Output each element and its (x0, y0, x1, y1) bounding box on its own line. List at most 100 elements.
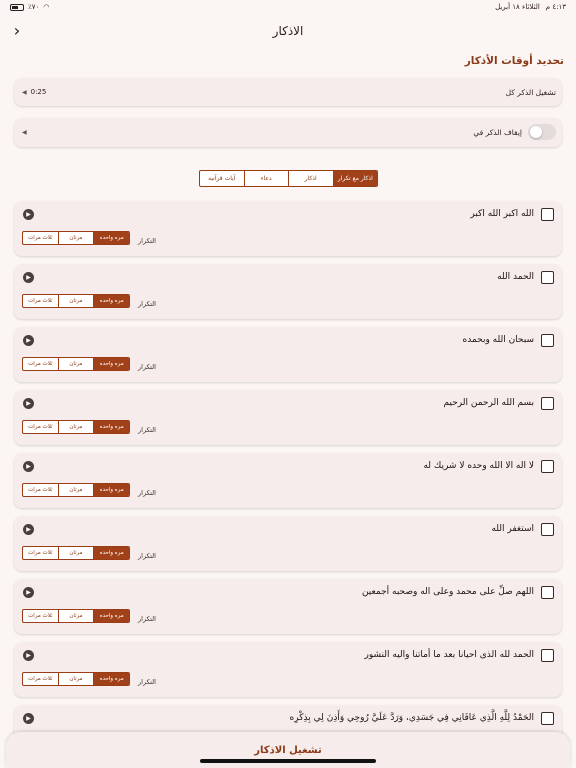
repeat-option-0[interactable]: مره واحده (93, 673, 129, 685)
repeat-options: مره واحده مرتان ثلاث مرات (22, 357, 130, 371)
play-icon[interactable]: ▶ (23, 209, 34, 220)
play-every-row[interactable]: تشغيل الذكر كل ◀ 0:25 (14, 78, 562, 106)
repeat-options: مره واحده مرتان ثلاث مرات (22, 420, 130, 434)
repeat-option-0[interactable]: مره واحده (93, 358, 129, 370)
zikr-card: بسم الله الرحمن الرحيم ▶ التكرار مره واحده م… (14, 390, 562, 445)
status-icons: ٪٧٠ ◠ (10, 3, 49, 11)
status-time: ٤:١٣ م (545, 3, 566, 11)
repeat-option-1[interactable]: مرتان (57, 610, 94, 622)
repeat-label: التكرار (138, 426, 156, 434)
repeat-label: التكرار (138, 300, 156, 308)
repeat-option-1[interactable]: مرتان (57, 547, 94, 559)
repeat-label: التكرار (138, 678, 156, 686)
tab-0[interactable]: اذكار مع تكرار (332, 171, 377, 186)
battery-percent: ٪٧٠ (28, 3, 40, 11)
repeat-label: التكرار (138, 237, 156, 245)
repeat-options: مره واحده مرتان ثلاث مرات (22, 546, 130, 560)
stop-value-group[interactable]: ◀ (22, 118, 27, 147)
wifi-icon: ◠ (43, 3, 50, 11)
play-every-value-group[interactable]: ◀ 0:25 (22, 78, 46, 106)
zikr-text: الله اكبر الله اكبر (470, 209, 534, 219)
zikr-checkbox[interactable] (541, 649, 554, 662)
repeat-option-2[interactable]: ثلاث مرات (23, 484, 58, 496)
play-every-label: تشغيل الذكر كل (505, 87, 556, 97)
stop-toggle[interactable] (528, 124, 556, 140)
zikr-text: استغفر الله (491, 524, 534, 534)
repeat-option-1[interactable]: مرتان (57, 295, 94, 307)
zikr-text: سبحان الله وبحمده (462, 335, 535, 345)
status-date: الثلاثاء ١٨ أبريل (495, 3, 540, 11)
triangle-left-icon: ◀ (22, 88, 27, 96)
page-title: الاذكار (272, 24, 304, 38)
zikr-text: الحمد لله الذى احيانا بعد ما أماتنا والي… (364, 650, 534, 660)
zikr-card: الحمد لله الذى احيانا بعد ما أماتنا والي… (14, 642, 562, 697)
zikr-checkbox[interactable] (541, 586, 554, 599)
zikr-text: بسم الله الرحمن الرحيم (443, 398, 534, 408)
play-icon[interactable]: ▶ (23, 650, 34, 661)
zikr-card: سبحان الله وبحمده ▶ التكرار مره واحده مرتان ث… (14, 327, 562, 382)
back-chevron-icon[interactable]: ‹ (8, 20, 26, 42)
zikr-card: الحمد الله ▶ التكرار مره واحده مرتان ثلاث مرا… (14, 264, 562, 319)
zikr-checkbox[interactable] (541, 523, 554, 536)
repeat-options: مره واحده مرتان ثلاث مرات (22, 609, 130, 623)
repeat-label: التكرار (138, 489, 156, 497)
zikr-card: لا اله الا الله وحده لا شريك له ▶ التكرار م… (14, 453, 562, 508)
repeat-option-0[interactable]: مره واحده (93, 232, 129, 244)
repeat-options: مره واحده مرتان ثلاث مرات (22, 294, 130, 308)
nav-bar: الاذكار ‹ (0, 18, 576, 44)
repeat-option-2[interactable]: ثلاث مرات (23, 295, 58, 307)
zikr-checkbox[interactable] (541, 208, 554, 221)
repeat-option-0[interactable]: مره واحده (93, 295, 129, 307)
repeat-label: التكرار (138, 552, 156, 560)
repeat-option-0[interactable]: مره واحده (93, 547, 129, 559)
play-every-value: 0:25 (30, 88, 47, 96)
repeat-option-0[interactable]: مره واحده (93, 421, 129, 433)
tab-1[interactable]: اذكار (288, 171, 333, 186)
repeat-options: مره واحده مرتان ثلاث مرات (22, 231, 130, 245)
play-icon[interactable]: ▶ (23, 398, 34, 409)
tab-3[interactable]: آيات قرآنيه (200, 171, 244, 186)
play-icon[interactable]: ▶ (23, 524, 34, 535)
repeat-options: مره واحده مرتان ثلاث مرات (22, 483, 130, 497)
zikr-checkbox[interactable] (541, 397, 554, 410)
repeat-option-0[interactable]: مره واحده (93, 484, 129, 496)
repeat-options: مره واحده مرتان ثلاث مرات (22, 672, 130, 686)
zikr-text: الحمد الله (497, 272, 534, 282)
category-tabs: اذكار مع تكرار اذكار دعاء آيات قرآنيه (199, 170, 378, 187)
status-bar: ٤:١٣ م الثلاثاء ١٨ أبريل ٪٧٠ ◠ (0, 0, 576, 14)
repeat-label: التكرار (138, 363, 156, 371)
play-icon[interactable]: ▶ (23, 335, 34, 346)
zikr-card: اللهم صلِّ على محمد وعلى اله وصحبه أجمعي… (14, 579, 562, 634)
zikr-text: الحَمْدُ لِلَّهِ الَّذِي عَافَانِي فِي ج… (289, 713, 534, 723)
zikr-card: الله اكبر الله اكبر ▶ التكرار مره واحده مرتا… (14, 201, 562, 256)
tab-2[interactable]: دعاء (243, 171, 289, 186)
play-icon[interactable]: ▶ (23, 272, 34, 283)
zikr-checkbox[interactable] (541, 712, 554, 725)
stop-label: إيقاف الذكر في (473, 128, 522, 137)
status-time-date: ٤:١٣ م الثلاثاء ١٨ أبريل (495, 3, 566, 11)
repeat-option-2[interactable]: ثلاث مرات (23, 547, 58, 559)
repeat-option-1[interactable]: مرتان (57, 232, 94, 244)
zikr-text: لا اله الا الله وحده لا شريك له (423, 461, 534, 471)
stop-row: إيقاف الذكر في ◀ (14, 118, 562, 147)
battery-icon (10, 3, 24, 11)
zikr-checkbox[interactable] (541, 271, 554, 284)
repeat-option-2[interactable]: ثلاث مرات (23, 358, 58, 370)
repeat-label: التكرار (138, 615, 156, 623)
play-icon[interactable]: ▶ (23, 587, 34, 598)
repeat-option-1[interactable]: مرتان (57, 421, 94, 433)
section-title: تحديد أوقات الأذكار (464, 55, 564, 67)
zikr-checkbox[interactable] (541, 334, 554, 347)
repeat-option-1[interactable]: مرتان (57, 673, 94, 685)
repeat-option-2[interactable]: ثلاث مرات (23, 421, 58, 433)
repeat-option-1[interactable]: مرتان (57, 484, 94, 496)
zikr-checkbox[interactable] (541, 460, 554, 473)
home-indicator (200, 759, 376, 763)
repeat-option-2[interactable]: ثلاث مرات (23, 673, 58, 685)
play-icon[interactable]: ▶ (23, 713, 34, 724)
repeat-option-1[interactable]: مرتان (57, 358, 94, 370)
repeat-option-2[interactable]: ثلاث مرات (23, 232, 58, 244)
repeat-option-2[interactable]: ثلاث مرات (23, 610, 58, 622)
play-icon[interactable]: ▶ (23, 461, 34, 472)
repeat-option-0[interactable]: مره واحده (93, 610, 129, 622)
